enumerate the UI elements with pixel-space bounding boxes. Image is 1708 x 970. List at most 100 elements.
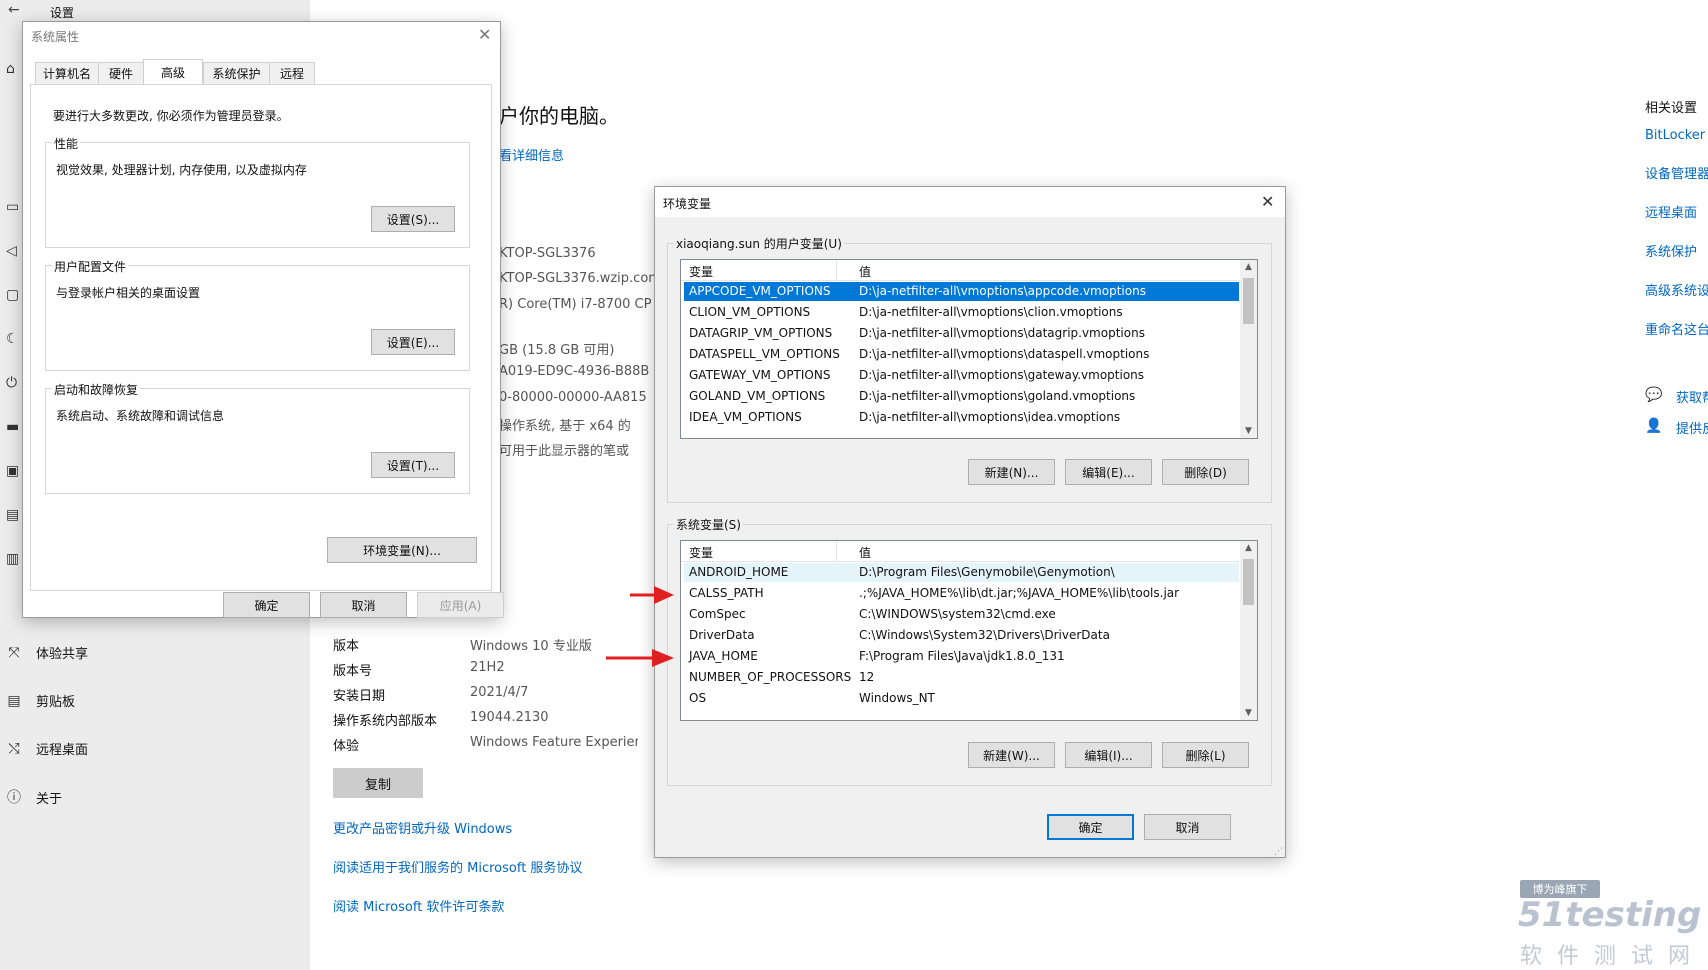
device-id-value: A019-ED9C-4936-B88B bbox=[499, 364, 650, 379]
column-header-variable[interactable]: 变量 bbox=[689, 263, 713, 280]
variable-value: D:\ja-netfilter-all\vmoptions\datagrip.v… bbox=[859, 326, 1145, 340]
sound-icon[interactable]: ◁ bbox=[6, 244, 22, 258]
related-link-remote-desktop[interactable]: 远程桌面 bbox=[1645, 202, 1697, 221]
environment-variables-button[interactable]: 环境变量(N)... bbox=[327, 537, 477, 563]
projecting-icon[interactable]: ▥ bbox=[6, 552, 22, 566]
system-var-row-calss-path[interactable]: CALSS_PATH .;%JAVA_HOME%\lib\dt.jar;%JAV… bbox=[684, 584, 1239, 603]
env-ok-button[interactable]: 确定 bbox=[1047, 814, 1134, 840]
variable-name: NUMBER_OF_PROCESSORS bbox=[689, 670, 852, 684]
close-icon[interactable]: ✕ bbox=[1261, 192, 1274, 211]
system-type-value: 操作系统, 基于 x64 的 bbox=[499, 419, 631, 434]
variable-name: JAVA_HOME bbox=[689, 649, 758, 663]
variable-value: C:\WINDOWS\system32\cmd.exe bbox=[859, 607, 1056, 621]
user-variables-list[interactable]: 变量 值 APPCODE_VM_OPTIONS D:\ja-netfilter-… bbox=[680, 259, 1258, 439]
system-new-button[interactable]: 新建(W)... bbox=[968, 742, 1055, 768]
ram-value: GB (15.8 GB 可用) bbox=[499, 343, 615, 358]
focus-assist-icon[interactable]: ☾ bbox=[6, 332, 22, 346]
system-var-row-driverdata[interactable]: DriverData C:\Windows\System32\Drivers\D… bbox=[684, 626, 1239, 645]
performance-settings-button[interactable]: 设置(S)... bbox=[371, 206, 455, 232]
nav-item-clipboard[interactable]: ▤ 剪贴板 bbox=[6, 691, 75, 711]
user-new-button[interactable]: 新建(N)... bbox=[968, 459, 1055, 485]
column-divider[interactable] bbox=[836, 260, 837, 280]
ok-button[interactable]: 确定 bbox=[223, 592, 310, 618]
vertical-scrollbar[interactable]: ▲ ▼ bbox=[1240, 541, 1257, 720]
back-arrow-icon[interactable]: ← bbox=[8, 2, 20, 18]
related-link-rename-pc[interactable]: 重命名这台 bbox=[1645, 319, 1708, 338]
power-icon[interactable]: ⏻ bbox=[6, 376, 22, 390]
scroll-thumb[interactable] bbox=[1243, 278, 1254, 324]
list-header: 变量 值 bbox=[681, 541, 1239, 562]
tab-system-protection[interactable]: 系统保护 bbox=[203, 62, 270, 84]
user-var-row-gateway[interactable]: GATEWAY_VM_OPTIONS D:\ja-netfilter-all\v… bbox=[684, 366, 1239, 385]
env-cancel-button[interactable]: 取消 bbox=[1144, 814, 1231, 840]
nav-item-shared-experiences[interactable]: ⤧ 体验共享 bbox=[6, 643, 89, 663]
nav-item-label: 体验共享 bbox=[36, 647, 89, 662]
notifications-icon[interactable]: ▢ bbox=[6, 288, 22, 302]
nav-item-about[interactable]: ⓘ 关于 bbox=[6, 787, 62, 807]
group-label: 启动和故障恢复 bbox=[52, 381, 141, 398]
device-name-value: KTOP-SGL3376 bbox=[499, 246, 596, 261]
scroll-down-icon[interactable]: ▼ bbox=[1240, 426, 1257, 436]
related-link-bitlocker[interactable]: BitLocker 设 bbox=[1645, 124, 1708, 143]
resize-grip-icon[interactable]: ⋰ bbox=[1274, 847, 1283, 857]
tab-computer-name[interactable]: 计算机名 bbox=[35, 62, 99, 84]
system-var-row-os[interactable]: OS Windows_NT bbox=[684, 689, 1239, 708]
column-header-value[interactable]: 值 bbox=[859, 263, 871, 280]
license-terms-link[interactable]: 阅读 Microsoft 软件许可条款 bbox=[333, 896, 504, 915]
view-details-link[interactable]: 看详细信息 bbox=[499, 145, 564, 164]
home-icon[interactable]: ⌂ bbox=[6, 62, 22, 76]
display-icon[interactable]: ▭ bbox=[6, 200, 22, 214]
user-profiles-settings-button[interactable]: 设置(E)... bbox=[371, 329, 455, 355]
storage-icon[interactable]: ▬ bbox=[6, 420, 22, 434]
related-link-system-protection[interactable]: 系统保护 bbox=[1645, 241, 1697, 260]
variable-name: ANDROID_HOME bbox=[689, 565, 789, 579]
tab-advanced[interactable]: 高级 bbox=[143, 59, 203, 85]
variable-value: .;%JAVA_HOME%\lib\dt.jar;%JAVA_HOME%\lib… bbox=[859, 586, 1180, 600]
spec-value: 19044.2130 bbox=[470, 710, 549, 725]
cancel-button[interactable]: 取消 bbox=[320, 592, 407, 618]
tab-remote[interactable]: 远程 bbox=[269, 62, 315, 84]
apply-button[interactable]: 应用(A) bbox=[417, 592, 504, 618]
scroll-down-icon[interactable]: ▼ bbox=[1240, 708, 1257, 718]
user-variables-group: xiaoqiang.sun 的用户变量(U) 变量 值 APPCODE_VM_O… bbox=[667, 235, 1272, 503]
environment-variables-dialog: 环境变量 ✕ xiaoqiang.sun 的用户变量(U) 变量 值 APPCO… bbox=[654, 186, 1286, 858]
change-product-key-link[interactable]: 更改产品密钥或升级 Windows bbox=[333, 818, 512, 837]
system-var-row-number-of-processors[interactable]: NUMBER_OF_PROCESSORS 12 bbox=[684, 668, 1239, 687]
scroll-up-icon[interactable]: ▲ bbox=[1240, 262, 1257, 272]
tablet-icon[interactable]: ▣ bbox=[6, 464, 22, 478]
group-label: xiaoqiang.sun 的用户变量(U) bbox=[674, 235, 844, 252]
system-var-row-comspec[interactable]: ComSpec C:\WINDOWS\system32\cmd.exe bbox=[684, 605, 1239, 624]
system-var-row-java-home[interactable]: JAVA_HOME F:\Program Files\Java\jdk1.8.0… bbox=[684, 647, 1239, 666]
system-variables-list[interactable]: 变量 值 ANDROID_HOME D:\Program Files\Genym… bbox=[680, 540, 1258, 721]
startup-recovery-settings-button[interactable]: 设置(T)... bbox=[371, 452, 455, 478]
user-var-row-goland[interactable]: GOLAND_VM_OPTIONS D:\ja-netfilter-all\vm… bbox=[684, 387, 1239, 406]
user-delete-button[interactable]: 删除(D) bbox=[1162, 459, 1249, 485]
column-header-variable[interactable]: 变量 bbox=[689, 544, 713, 561]
nav-item-remote-desktop[interactable]: ⤭ 远程桌面 bbox=[6, 739, 88, 759]
user-var-row-dataspell[interactable]: DATASPELL_VM_OPTIONS D:\ja-netfilter-all… bbox=[684, 345, 1239, 364]
system-delete-button[interactable]: 删除(L) bbox=[1162, 742, 1249, 768]
give-feedback-link[interactable]: 提供反 bbox=[1676, 418, 1708, 437]
get-help-link[interactable]: 获取帮 bbox=[1676, 387, 1708, 406]
column-header-value[interactable]: 值 bbox=[859, 544, 871, 561]
vertical-scrollbar[interactable]: ▲ ▼ bbox=[1240, 260, 1257, 438]
system-var-row-android-home[interactable]: ANDROID_HOME D:\Program Files\Genymobile… bbox=[684, 563, 1239, 582]
related-link-advanced-settings[interactable]: 高级系统设 bbox=[1645, 280, 1708, 299]
system-edit-button[interactable]: 编辑(I)... bbox=[1065, 742, 1152, 768]
copy-button[interactable]: 复制 bbox=[333, 768, 423, 798]
scroll-up-icon[interactable]: ▲ bbox=[1240, 543, 1257, 553]
user-var-row-clion[interactable]: CLION_VM_OPTIONS D:\ja-netfilter-all\vmo… bbox=[684, 303, 1239, 322]
column-divider[interactable] bbox=[836, 541, 837, 561]
multitasking-icon[interactable]: ▤ bbox=[6, 508, 22, 522]
user-var-row-idea[interactable]: IDEA_VM_OPTIONS D:\ja-netfilter-all\vmop… bbox=[684, 408, 1239, 427]
services-agreement-link[interactable]: 阅读适用于我们服务的 Microsoft 服务协议 bbox=[333, 857, 582, 876]
related-link-device-manager[interactable]: 设备管理器 bbox=[1645, 163, 1708, 182]
close-icon[interactable]: ✕ bbox=[478, 25, 491, 44]
user-var-row-datagrip[interactable]: DATAGRIP_VM_OPTIONS D:\ja-netfilter-all\… bbox=[684, 324, 1239, 343]
scroll-thumb[interactable] bbox=[1243, 559, 1254, 605]
full-device-name-value: KTOP-SGL3376.wzip.com bbox=[499, 271, 661, 286]
annotation-arrow-icon bbox=[606, 649, 674, 667]
tab-hardware[interactable]: 硬件 bbox=[98, 62, 144, 84]
user-var-row-appcode[interactable]: APPCODE_VM_OPTIONS D:\ja-netfilter-all\v… bbox=[684, 282, 1239, 301]
user-edit-button[interactable]: 编辑(E)... bbox=[1065, 459, 1152, 485]
